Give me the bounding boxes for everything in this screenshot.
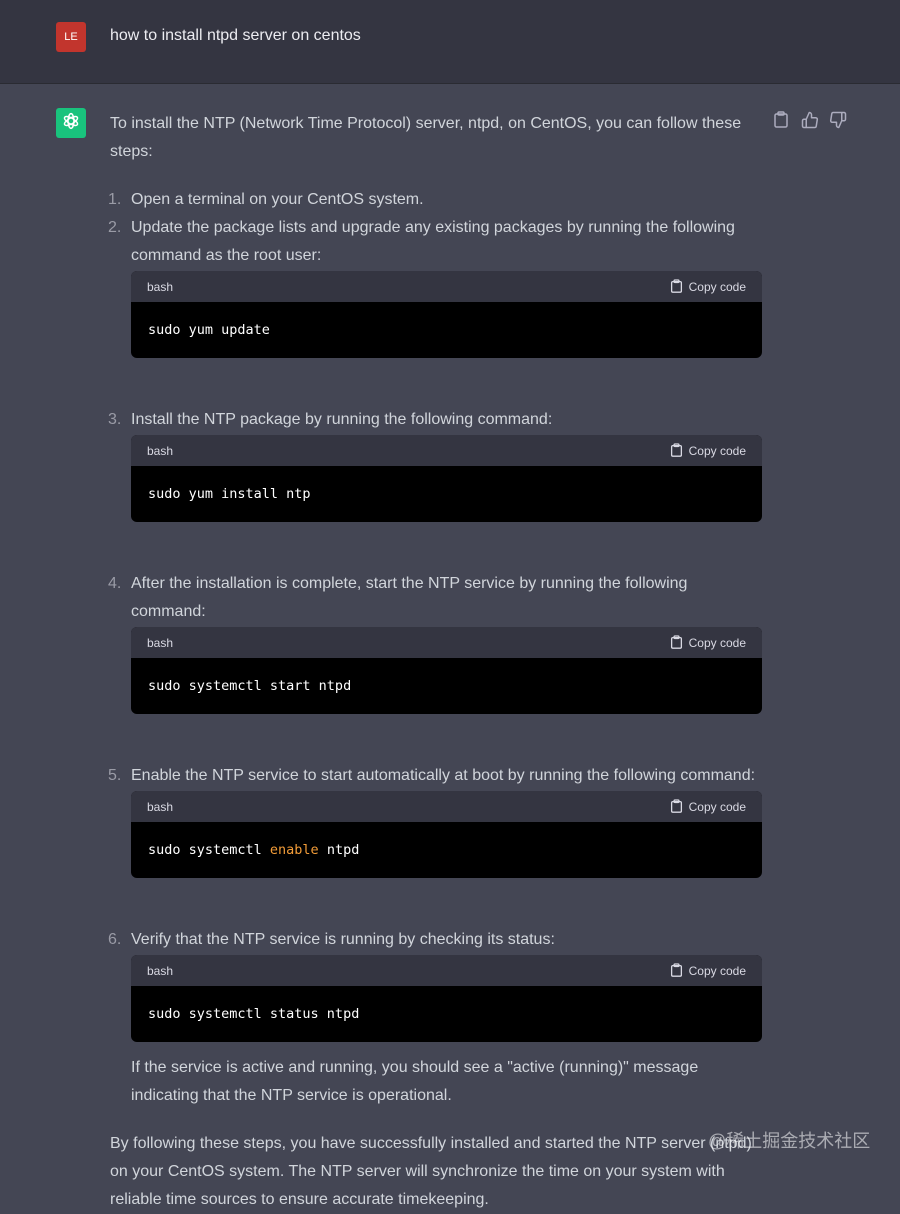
copy-code-label: Copy code [688,635,746,650]
code-header: bash Copy code [131,271,762,302]
thumbs-up-icon[interactable] [801,111,819,129]
step-text: Enable the NTP service to start automati… [131,767,756,784]
code-text-rest: ntpd [318,842,360,858]
assistant-response: To install the NTP (Network Time Protoco… [108,110,762,1214]
step-number: 6. [108,931,122,948]
copy-code-button[interactable]: Copy code [670,799,746,814]
user-avatar: LE [56,22,86,52]
code-header: bash Copy code [131,791,762,822]
code-header: bash Copy code [131,627,762,658]
openai-logo-icon [60,110,82,137]
step-number: 4. [108,575,122,592]
code-block: bash Copy code sudo yum update [131,271,762,358]
step-number: 3. [108,411,122,428]
step-text: Update the package lists and upgrade any… [131,219,735,264]
copy-code-button[interactable]: Copy code [670,963,746,978]
step-item: 6. Verify that the NTP service is runnin… [108,926,762,1042]
steps-list: 1. Open a terminal on your CentOS system… [108,186,762,1042]
code-text: sudo systemctl status ntpd [148,1006,360,1022]
code-text: sudo systemctl [148,842,270,858]
thumbs-down-icon[interactable] [829,111,847,129]
copy-code-label: Copy code [688,279,746,294]
code-header: bash Copy code [131,955,762,986]
code-text: sudo systemctl start ntpd [148,678,352,694]
code-language: bash [147,800,174,814]
code-language: bash [147,280,174,294]
step-text: Open a terminal on your CentOS system. [131,191,424,208]
step-item: 2. Update the package lists and upgrade … [108,214,762,358]
step-number: 1. [108,191,122,208]
clipboard-icon [670,799,682,813]
copy-code-button[interactable]: Copy code [670,635,746,650]
code-block: bash Copy code sudo systemctl enable ntp… [131,791,762,878]
clipboard-icon [670,443,682,457]
copy-code-button[interactable]: Copy code [670,279,746,294]
clipboard-icon [670,635,682,649]
step-text: After the installation is complete, star… [131,575,688,620]
code-text: sudo yum update [148,322,270,338]
watermark: @稀土掘金技术社区 [708,1131,871,1151]
code-language: bash [147,636,174,650]
user-message-row: LE how to install ntpd server on centos [0,0,900,84]
step-item: 3. Install the NTP package by running th… [108,406,762,522]
step-item: 4. After the installation is complete, s… [108,570,762,714]
code-block: bash Copy code sudo yum install ntp [131,435,762,522]
user-message-text: how to install ntpd server on centos [110,27,361,44]
copy-code-label: Copy code [688,443,746,458]
copy-code-button[interactable]: Copy code [670,443,746,458]
step-item: 5. Enable the NTP service to start autom… [108,762,762,878]
code-language: bash [147,444,174,458]
copy-code-label: Copy code [688,963,746,978]
code-content: sudo systemctl enable ntpd [131,822,762,878]
code-content: sudo systemctl status ntpd [131,986,762,1042]
step-item: 1. Open a terminal on your CentOS system… [108,186,760,214]
message-actions [773,111,853,131]
code-keyword: enable [269,842,319,858]
step-text: Install the NTP package by running the f… [131,411,553,428]
step-text: Verify that the NTP service is running b… [131,931,555,948]
step-number: 5. [108,767,122,784]
code-header: bash Copy code [131,435,762,466]
code-text: sudo yum install ntp [148,486,311,502]
clipboard-icon[interactable] [773,111,791,129]
code-content: sudo yum install ntp [131,466,762,522]
clipboard-icon [670,279,682,293]
response-outro: By following these steps, you have succe… [110,1135,752,1208]
code-language: bash [147,964,174,978]
response-intro: To install the NTP (Network Time Protoco… [110,115,742,160]
code-content: sudo yum update [131,302,762,358]
clipboard-icon [670,963,682,977]
status-note: If the service is active and running, yo… [131,1059,699,1104]
code-content: sudo systemctl start ntpd [131,658,762,714]
code-block: bash Copy code sudo systemctl status ntp… [131,955,762,1042]
assistant-avatar [56,108,86,138]
copy-code-label: Copy code [688,799,746,814]
code-block: bash Copy code sudo systemctl start ntpd [131,627,762,714]
step-number: 2. [108,219,122,236]
